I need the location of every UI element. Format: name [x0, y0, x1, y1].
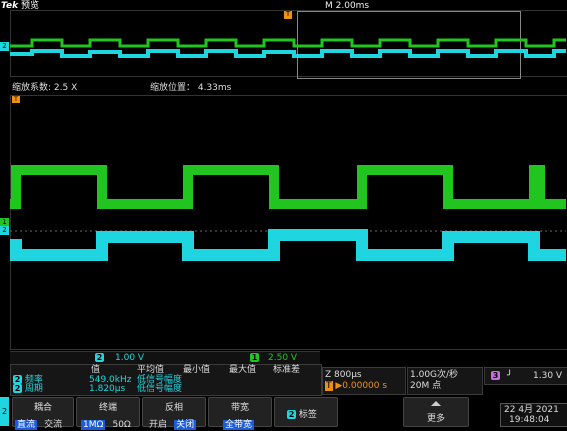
more-button[interactable]: 更多 [403, 397, 469, 427]
menu-channel-tab[interactable]: 2 [0, 397, 9, 426]
date: 22 4月 2021 [504, 405, 559, 415]
more-arrow-icon [431, 401, 441, 406]
meas-mean: 低信号幅度 [137, 384, 183, 394]
meas-header-value: 值 [91, 365, 101, 375]
acquisition-readout[interactable]: 1.00G次/秒 20M 点 [407, 367, 483, 395]
trigger-position-value: ▶0.00000 s [335, 381, 388, 391]
invert-off-option[interactable]: 关闭 [174, 420, 197, 430]
datetime-display: 22 4月 2021 19:48:04 [500, 403, 567, 427]
ch1-main-trace [10, 165, 566, 209]
trigger-level: 1.30 V [533, 371, 563, 381]
bandwidth-value[interactable]: 全带宽 [223, 420, 255, 430]
record-length: 20M 点 [410, 381, 442, 391]
meas-header-max: 最大值 [229, 365, 257, 375]
trigger-position: T ▶0.00000 s [325, 381, 387, 391]
meas-header-mean: 平均值 [137, 365, 165, 375]
ch1-overview-trace [10, 38, 566, 48]
ch2-scale[interactable]: 1.00 V [115, 353, 144, 363]
zoom-position: 缩放位置： 4.33ms [150, 83, 232, 93]
meas-row: 2 周期 [13, 384, 43, 394]
invert-on-option[interactable]: 开启 [147, 420, 169, 430]
overview-waveforms [10, 38, 566, 58]
measurement-table[interactable]: 值 平均值 最小值 最大值 标准差 2 频率 549.0kHz 低信号幅度 2 … [10, 364, 322, 396]
coupling-ac-option[interactable]: 交流 [42, 420, 64, 430]
label-text: 标签 [298, 410, 317, 420]
coupling-dc-option[interactable]: 直流 [15, 420, 38, 430]
meas-channel-chip: 2 [13, 375, 22, 384]
zoom-factor: 缩放系数: 2.5 X [12, 83, 78, 93]
horizontal-readout[interactable]: Z 800μs T ▶0.00000 s [322, 367, 406, 395]
termination-50-option[interactable]: 50Ω [110, 420, 132, 430]
more-label: 更多 [426, 414, 445, 424]
label-button[interactable]: 2 标签 [274, 397, 338, 427]
main-waveforms [10, 165, 566, 261]
bandwidth-button[interactable]: 带宽 全带宽 [208, 397, 272, 430]
meas-value: 1.820μs [89, 384, 126, 394]
ch2-main-trace [10, 229, 566, 261]
meas-name: 周期 [24, 384, 43, 394]
ch1-scale[interactable]: 2.50 V [268, 353, 297, 363]
meas-channel-chip: 2 [13, 384, 22, 393]
meas-header-min: 最小值 [183, 365, 211, 375]
termination-1m-option[interactable]: 1MΩ [81, 420, 106, 430]
trigger-chip-icon: T [325, 381, 333, 391]
sample-rate: 1.00G次/秒 [410, 370, 459, 380]
coupling-button[interactable]: 耦合 直流 交流 [12, 397, 74, 430]
time: 19:48:04 [509, 415, 550, 425]
meas-header-std: 标准差 [273, 365, 301, 375]
ch2-scale-chip[interactable]: 2 [95, 353, 104, 362]
termination-button[interactable]: 终端 1MΩ 50Ω [76, 397, 140, 430]
channel-scale-bar: 2 1.00 V 1 2.50 V [10, 351, 320, 364]
horizontal-scale: Z 800μs [325, 370, 362, 380]
ch1-scale-chip[interactable]: 1 [250, 353, 259, 362]
label-channel-chip: 2 [287, 410, 296, 419]
trigger-readout[interactable]: 3 ╯ 1.30 V [484, 367, 567, 385]
rising-edge-icon: ╯ [507, 371, 513, 381]
ch2-main-marker[interactable]: 2 [0, 226, 9, 235]
trigger-channel-chip: 3 [491, 371, 500, 380]
ch2-overview-trace [10, 49, 566, 58]
invert-button[interactable]: 反相 开启 关闭 [142, 397, 206, 430]
ch2-overview-marker[interactable]: 2 [0, 42, 9, 51]
